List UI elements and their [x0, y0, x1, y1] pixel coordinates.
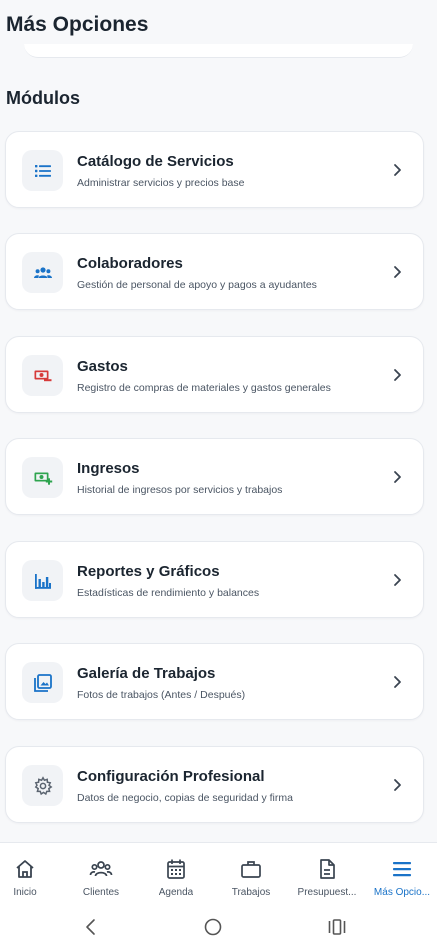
tab-agenda[interactable]: Agenda — [139, 843, 213, 909]
recents-icon[interactable] — [326, 916, 348, 938]
system-navigation-bar — [0, 908, 437, 946]
bottom-tab-bar: Inicio Clientes Agenda Trabajos Presupue… — [0, 842, 437, 908]
gear-icon — [22, 765, 63, 806]
tab-label: Más Opcio... — [373, 887, 431, 898]
tab-inicio[interactable]: Inicio — [0, 843, 62, 909]
module-title: Configuración Profesional — [77, 768, 265, 785]
home-circle-icon[interactable] — [202, 916, 224, 938]
module-card-gastos[interactable]: Gastos Registro de compras de materiales… — [5, 336, 424, 413]
module-card-catalogo[interactable]: Catálogo de Servicios Administrar servic… — [5, 131, 424, 208]
tab-label: Trabajos — [231, 887, 271, 898]
module-subtitle: Fotos de trabajos (Antes / Después) — [77, 689, 246, 701]
module-subtitle: Datos de negocio, copias de seguridad y … — [77, 792, 293, 804]
module-title: Colaboradores — [77, 255, 183, 272]
module-subtitle: Historial de ingresos por servicios y tr… — [77, 484, 283, 496]
section-title: Módulos — [6, 88, 80, 108]
module-subtitle: Administrar servicios y precios base — [77, 177, 245, 189]
chevron-right-icon — [391, 777, 403, 793]
tab-clientes[interactable]: Clientes — [64, 843, 138, 909]
module-subtitle: Gestión de personal de apoyo y pagos a a… — [77, 279, 317, 291]
previous-card-edge — [24, 44, 413, 58]
money-minus-icon — [22, 355, 63, 396]
module-subtitle: Registro de compras de materiales y gast… — [77, 382, 331, 394]
tab-mas-opciones[interactable]: Más Opcio... — [365, 843, 437, 909]
module-title: Galería de Trabajos — [77, 665, 216, 682]
chevron-right-icon — [391, 162, 403, 178]
page-title: Más Opciones — [6, 13, 149, 36]
chevron-right-icon — [391, 367, 403, 383]
menu-icon — [390, 857, 414, 881]
module-card-ingresos[interactable]: Ingresos Historial de ingresos por servi… — [5, 438, 424, 515]
back-icon[interactable] — [80, 916, 102, 938]
module-subtitle: Estadísticas de rendimiento y balances — [77, 587, 260, 599]
tab-label: Inicio — [13, 887, 37, 898]
tab-trabajos[interactable]: Trabajos — [214, 843, 288, 909]
module-card-galeria[interactable]: Galería de Trabajos Fotos de trabajos (A… — [5, 643, 424, 720]
module-card-colaboradores[interactable]: Colaboradores Gestión de personal de apo… — [5, 233, 424, 310]
money-plus-icon — [22, 457, 63, 498]
chevron-right-icon — [391, 469, 403, 485]
clients-icon — [89, 857, 113, 881]
bar-chart-icon — [22, 560, 63, 601]
tab-label: Presupuest... — [297, 887, 357, 898]
module-card-reportes[interactable]: Reportes y Gráficos Estadísticas de rend… — [5, 541, 424, 618]
list-icon — [22, 150, 63, 191]
chevron-right-icon — [391, 674, 403, 690]
tab-label: Agenda — [158, 887, 194, 898]
module-card-configuracion[interactable]: Configuración Profesional Datos de negoc… — [5, 746, 424, 823]
module-title: Reportes y Gráficos — [77, 563, 220, 580]
calendar-icon — [164, 857, 188, 881]
chevron-right-icon — [391, 572, 403, 588]
group-icon — [22, 252, 63, 293]
tab-presupuestos[interactable]: Presupuest... — [290, 843, 364, 909]
module-title: Ingresos — [77, 460, 140, 477]
module-title: Gastos — [77, 358, 128, 375]
module-title: Catálogo de Servicios — [77, 153, 234, 170]
chevron-right-icon — [391, 264, 403, 280]
home-icon — [13, 857, 37, 881]
tab-label: Clientes — [82, 887, 120, 898]
gallery-icon — [22, 662, 63, 703]
document-icon — [315, 857, 339, 881]
briefcase-icon — [239, 857, 263, 881]
